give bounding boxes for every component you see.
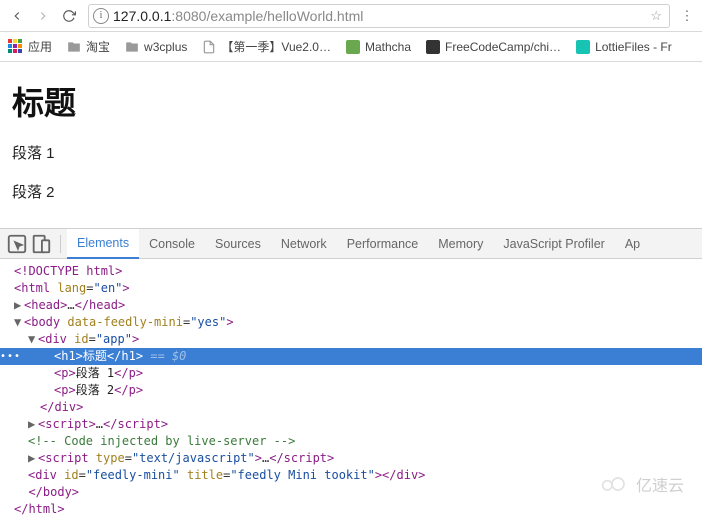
bookmark-apps[interactable]: 应用 (8, 38, 52, 55)
tab-sources[interactable]: Sources (205, 229, 271, 259)
tab-network[interactable]: Network (271, 229, 337, 259)
divider (60, 235, 61, 253)
paragraph-1: 段落 1 (12, 142, 690, 163)
dom-line[interactable]: <div id="feedly-mini" title="feedly Mini… (0, 467, 702, 484)
bookmark-mathcha[interactable]: Mathcha (345, 39, 411, 55)
dom-line[interactable]: ▼<div id="app"> (0, 331, 702, 348)
dom-line-selected[interactable]: •••<h1>标题</h1> == $0 (0, 348, 702, 365)
apps-icon (8, 39, 24, 55)
dom-line[interactable]: </div> (0, 399, 702, 416)
favicon-icon (345, 39, 361, 55)
dom-line[interactable]: <p>段落 1</p> (0, 365, 702, 382)
bookmark-star-icon[interactable]: ☆ (650, 8, 662, 24)
dom-line[interactable]: <!DOCTYPE html> (0, 263, 702, 280)
bookmark-vue[interactable]: 【第一季】Vue2.0… (201, 38, 331, 55)
device-toolbar-icon[interactable] (30, 233, 52, 255)
elements-tree[interactable]: <!DOCTYPE html> <html lang="en"> ▶<head>… (0, 259, 702, 522)
forward-button[interactable] (32, 5, 54, 27)
bookmark-taobao[interactable]: 淘宝 (66, 38, 110, 55)
dom-line[interactable]: ▶<script>…</script> (0, 416, 702, 433)
back-button[interactable] (6, 5, 28, 27)
paragraph-2: 段落 2 (12, 181, 690, 202)
dom-line[interactable]: </body> (0, 484, 702, 501)
bookmark-lottie[interactable]: LottieFiles - Fr (575, 39, 672, 55)
tab-application[interactable]: Ap (615, 229, 650, 259)
dom-line[interactable]: ▼<body data-feedly-mini="yes"> (0, 314, 702, 331)
tab-performance[interactable]: Performance (337, 229, 429, 259)
file-icon (201, 39, 217, 55)
bookmarks-bar: 应用 淘宝 w3cplus 【第一季】Vue2.0… Mathcha FreeC… (0, 32, 702, 62)
devtools-panel: Elements Console Sources Network Perform… (0, 228, 702, 522)
dom-line[interactable]: <html lang="en"> (0, 280, 702, 297)
bookmark-fcc[interactable]: FreeCodeCamp/chi… (425, 39, 561, 55)
inspect-element-icon[interactable] (6, 233, 28, 255)
dom-line[interactable]: ▶<script type="text/javascript">…</scrip… (0, 450, 702, 467)
url-text: 127.0.0.1:8080/example/helloWorld.html (113, 8, 647, 24)
page-content: 标题 段落 1 段落 2 (0, 62, 702, 202)
favicon-icon (425, 39, 441, 55)
tab-memory[interactable]: Memory (428, 229, 493, 259)
devtools-tabs: Elements Console Sources Network Perform… (0, 229, 702, 259)
tab-jsprofiler[interactable]: JavaScript Profiler (493, 229, 614, 259)
dom-line[interactable]: <p>段落 2</p> (0, 382, 702, 399)
page-heading: 标题 (12, 78, 690, 124)
site-info-icon[interactable]: i (93, 8, 109, 24)
dom-line[interactable]: </html> (0, 501, 702, 518)
bookmark-w3cplus[interactable]: w3cplus (124, 39, 187, 55)
favicon-icon (575, 39, 591, 55)
folder-icon (124, 39, 140, 55)
browser-menu-icon[interactable]: ⋮ (678, 7, 696, 25)
tab-console[interactable]: Console (139, 229, 205, 259)
address-bar[interactable]: i 127.0.0.1:8080/example/helloWorld.html… (88, 4, 670, 28)
tab-elements[interactable]: Elements (67, 229, 139, 259)
browser-toolbar: i 127.0.0.1:8080/example/helloWorld.html… (0, 0, 702, 32)
reload-button[interactable] (58, 5, 80, 27)
dom-line[interactable]: ▶<head>…</head> (0, 297, 702, 314)
dom-line[interactable]: <!-- Code injected by live-server --> (0, 433, 702, 450)
folder-icon (66, 39, 82, 55)
